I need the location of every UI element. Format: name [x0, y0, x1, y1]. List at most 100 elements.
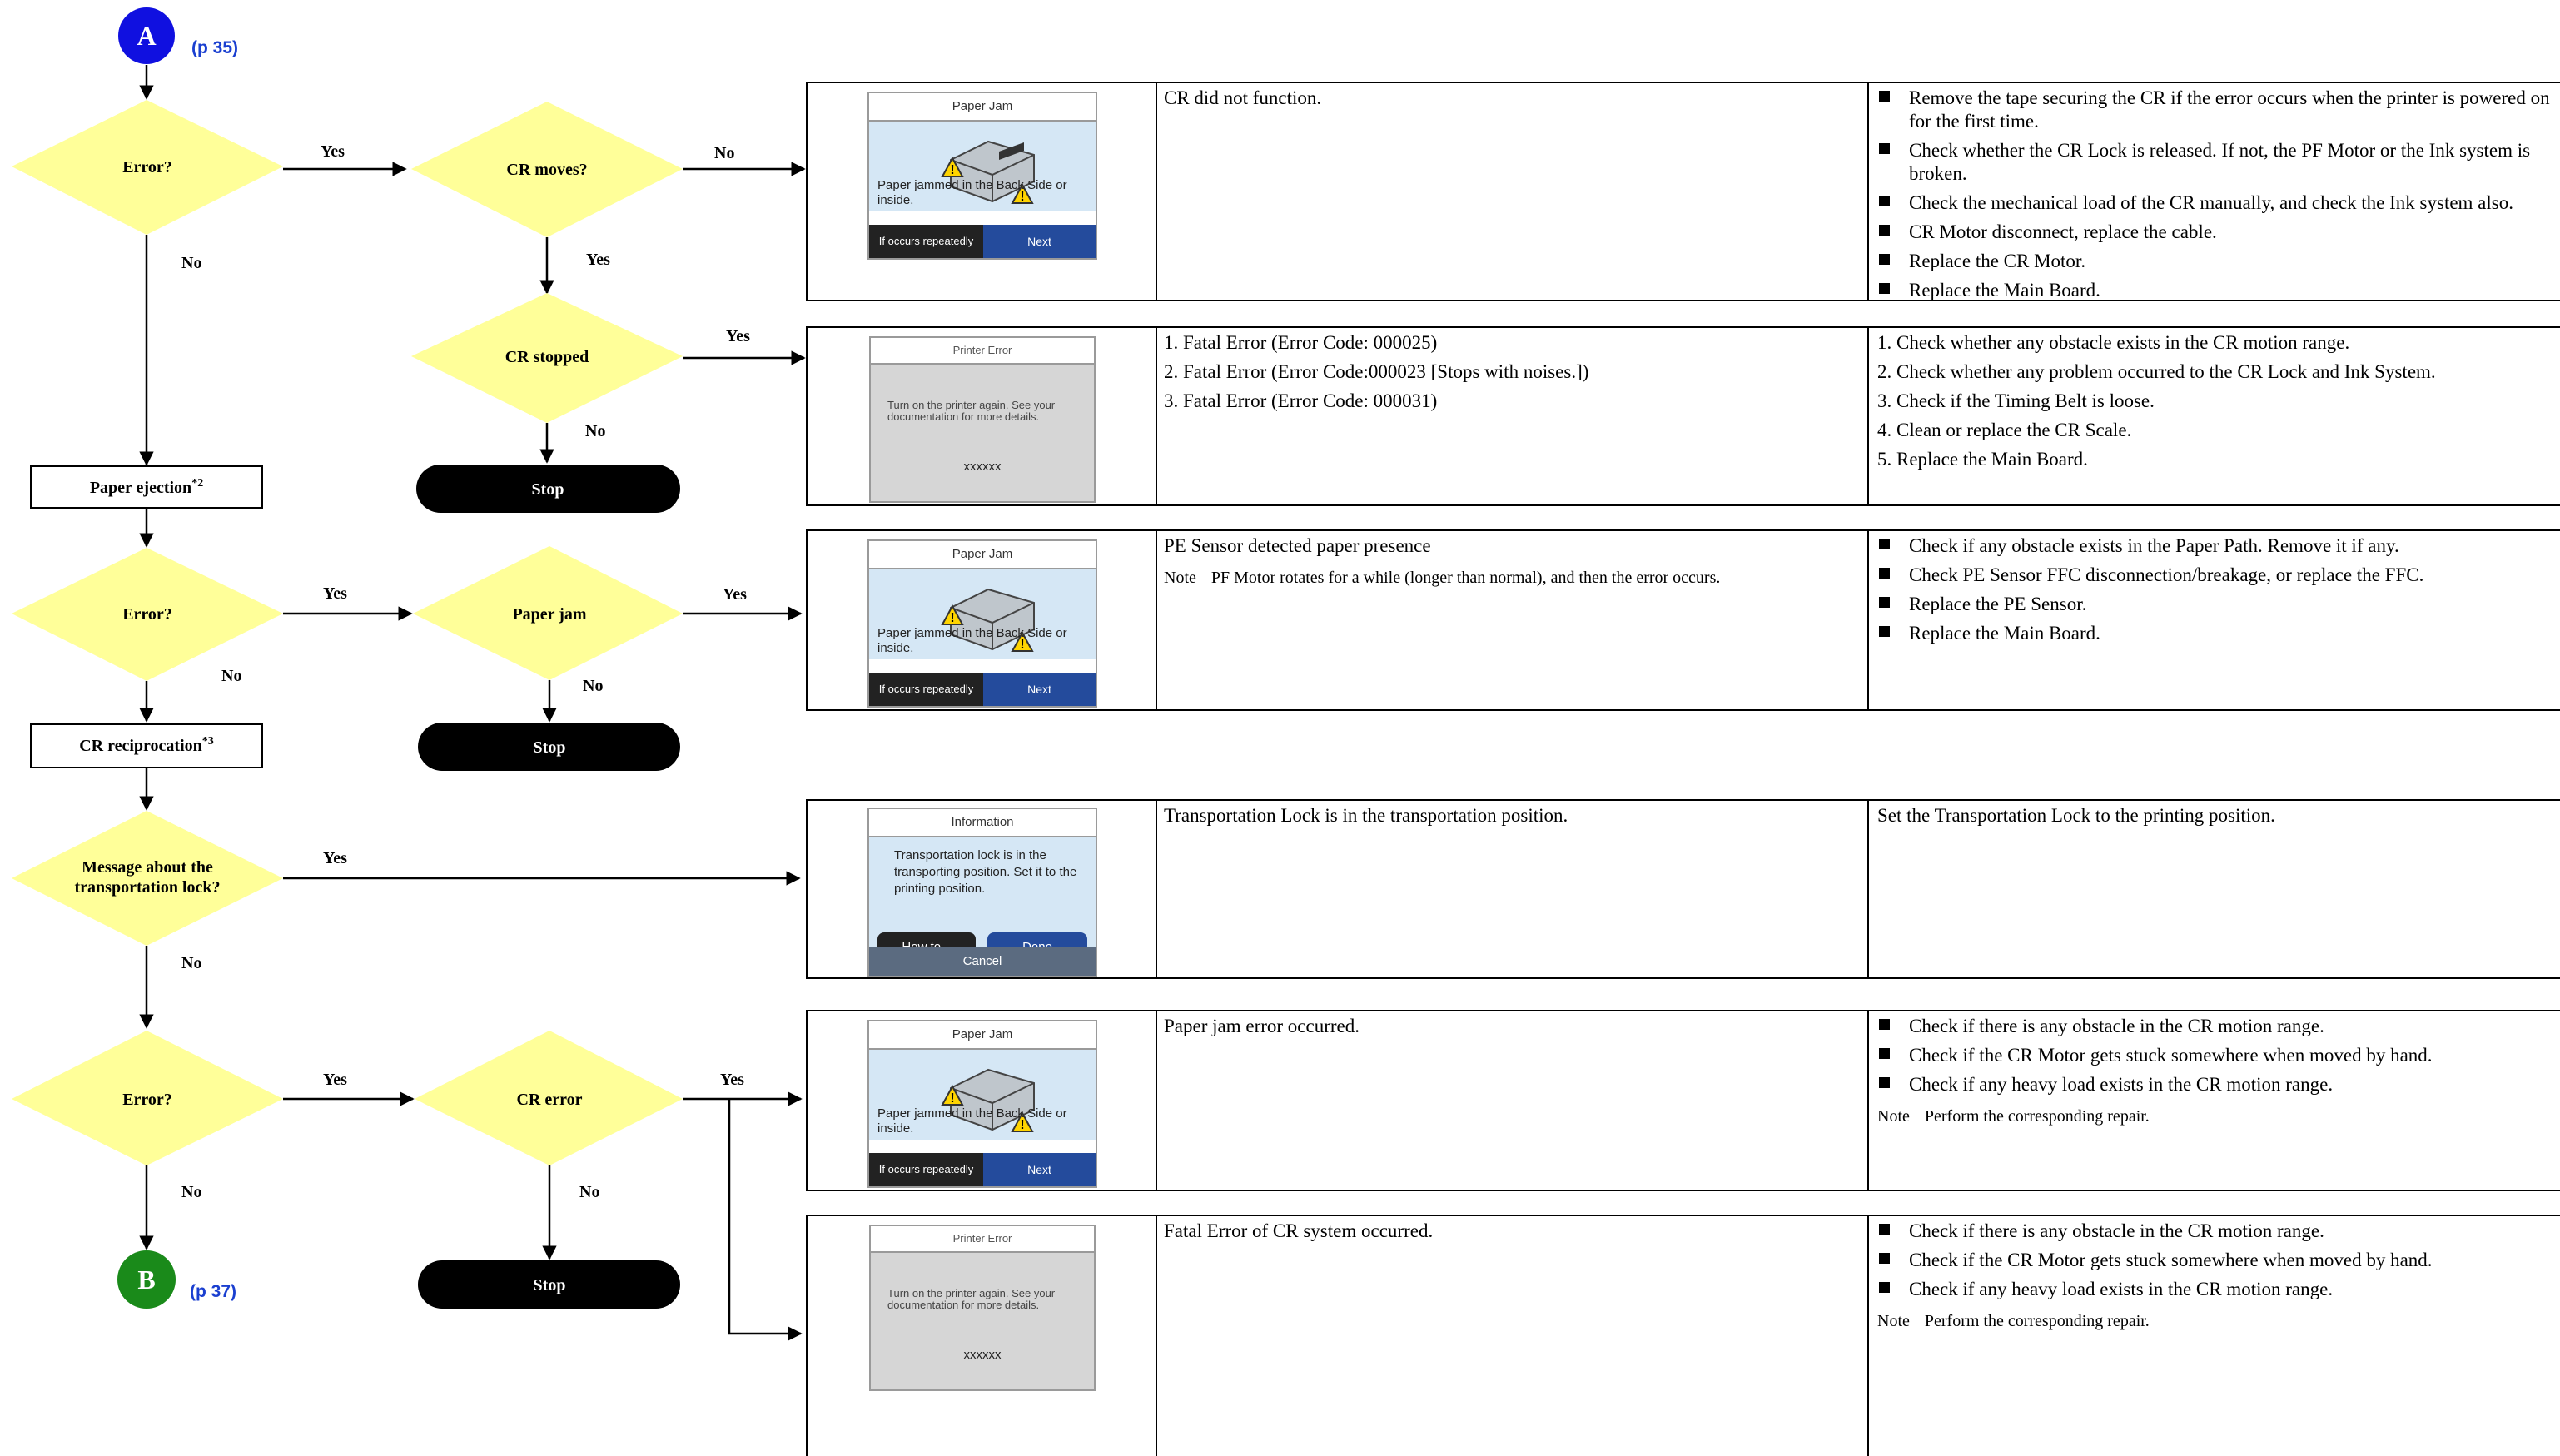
label-no: No [583, 677, 603, 695]
screen-title: Paper Jam [869, 1021, 1096, 1050]
screen-title: Information [869, 809, 1096, 837]
label-yes: Yes [323, 584, 347, 603]
phenomenon-text: Transportation Lock is in the transporta… [1164, 805, 1568, 826]
terminal-stop-2-label: Stop [534, 738, 566, 757]
remedy-cell: Check if there is any obstacle in the CR… [1869, 1216, 2560, 1456]
table-row: Paper Jam ! ! Paper jammed in the Back S… [806, 82, 2560, 301]
label-no: No [181, 1183, 201, 1201]
remedy-cell: Remove the tape securing the CR if the e… [1869, 83, 2560, 302]
phenomenon-cell: PE Sensor detected paper presence Note PF… [1157, 531, 1869, 709]
label-no: No [181, 254, 201, 272]
connector-a-label: A [137, 21, 156, 51]
screen-message: Paper jammed in the Back Side or inside. [877, 178, 1067, 207]
label-yes: Yes [726, 327, 750, 345]
table-row: Printer Error Turn on the printer again.… [806, 1215, 2560, 1456]
table-row: Paper Jam ! ! Paper jammed in the Back S… [806, 529, 2560, 711]
phenomenon-text: PE Sensor detected paper presence [1164, 535, 1431, 556]
screen-title: Printer Error [871, 338, 1094, 365]
error-code: xxxxxx [963, 460, 1002, 474]
label-no: No [714, 144, 734, 162]
panel-screen-paper-jam: Paper Jam ! ! Paper jammed in the Back S… [867, 1020, 1097, 1188]
screen-cell: Printer Error Turn on the printer again.… [808, 1216, 1157, 1456]
decision-error-2-label: Error? [122, 605, 172, 624]
phenomenon-text: CR did not function. [1164, 87, 1322, 108]
note-text: Perform the corresponding repair. [1924, 1107, 2150, 1126]
screen-cell: Paper Jam ! ! Paper jammed in the Back S… [808, 1011, 1157, 1190]
screen-cell: Printer Error Turn on the printer again.… [808, 328, 1157, 504]
screen-message: Turn on the printer again. See your docu… [887, 1287, 1056, 1311]
remedy-item: 1. Check whether any obstacle exists in … [1877, 332, 2350, 353]
phenomenon-item: 1. Fatal Error (Error Code: 000025) [1164, 332, 1438, 353]
next-button[interactable]: Next [983, 225, 1096, 258]
label-no: No [579, 1183, 599, 1201]
remedy-item: Replace the Main Board. [1877, 279, 2560, 302]
decision-cr-stopped-label: CR stopped [505, 348, 589, 366]
remedy-item: Remove the tape securing the CR if the e… [1877, 87, 2560, 133]
error-code: xxxxxx [963, 1348, 1002, 1362]
remedy-text: Set the Transportation Lock to the print… [1877, 805, 2275, 826]
page-ref-p35: (p 35) [191, 38, 238, 57]
page-ref-p37: (p 37) [190, 1282, 236, 1301]
decision-error-1-label: Error? [122, 158, 172, 176]
decision-transport-lock-label-1: Message about the [82, 858, 213, 877]
process-paper-ejection-label: Paper ejection*2 [90, 477, 203, 497]
decision-cr-error-label: CR error [516, 1091, 582, 1109]
note: Note PF Motor rotates for a while (longer… [1164, 566, 1861, 589]
phenomenon-item: 3. Fatal Error (Error Code: 000031) [1164, 390, 1438, 411]
edge-labels: Yes No No Yes Yes No Yes Yes No No Yes N… [181, 142, 750, 1201]
phenomenon-cell: Transportation Lock is in the transporta… [1157, 801, 1869, 977]
remedy-item: Check if there is any obstacle in the CR… [1877, 1015, 2560, 1038]
panel-screen-paper-jam: Paper Jam ! ! Paper jammed in the Back S… [867, 539, 1097, 708]
label-yes: Yes [586, 251, 610, 269]
screen-message: Turn on the printer again. See your docu… [887, 399, 1056, 423]
phenomenon-cell: Fatal Error of CR system occurred. [1157, 1216, 1869, 1456]
note-label: Note [1877, 1107, 1910, 1126]
label-no: No [585, 422, 605, 440]
terminal-stop-1-label: Stop [532, 480, 564, 499]
label-yes: Yes [323, 1071, 347, 1089]
note-label: Note [1877, 1312, 1910, 1330]
remedy-item: 3. Check if the Timing Belt is loose. [1877, 390, 2155, 411]
note-text: Perform the corresponding repair. [1924, 1312, 2150, 1330]
remedy-item: CR Motor disconnect, replace the cable. [1877, 221, 2560, 244]
panel-screen-information: Information Transportation lock is in th… [867, 808, 1097, 977]
screen-message: Paper jammed in the Back Side or inside. [877, 626, 1067, 655]
remedy-item: Replace the Main Board. [1877, 622, 2560, 645]
connector-b-label: B [137, 1265, 155, 1294]
remedy-item: Replace the CR Motor. [1877, 250, 2560, 273]
svg-text:!: ! [950, 1091, 954, 1106]
if-occurs-repeatedly-button[interactable]: If occurs repeatedly [869, 225, 983, 258]
phenomenon-text: Paper jam error occurred. [1164, 1016, 1360, 1036]
remedy-cell: 1. Check whether any obstacle exists in … [1869, 328, 2560, 504]
decision-error-3-label: Error? [122, 1091, 172, 1109]
process-cr-reciprocation-label: CR reciprocation*3 [79, 735, 214, 755]
decision-transport-lock-label-2: transportation lock? [75, 878, 221, 897]
phenomenon-item: 2. Fatal Error (Error Code:000023 [Stops… [1164, 361, 1589, 382]
connector-lines [139, 65, 806, 1341]
label-no: No [181, 954, 201, 972]
cancel-button[interactable]: Cancel [869, 947, 1096, 976]
next-button[interactable]: Next [983, 1153, 1096, 1186]
label-yes: Yes [720, 1071, 744, 1089]
remedy-item: 5. Replace the Main Board. [1877, 449, 2088, 470]
remedy-item: Check if the CR Motor gets stuck somewhe… [1877, 1249, 2560, 1272]
panel-screen-printer-error: Printer Error Turn on the printer again.… [869, 1225, 1096, 1391]
svg-text:!: ! [950, 163, 954, 177]
remedy-item: Check if any obstacle exists in the Pape… [1877, 534, 2560, 558]
remedy-item: Check whether the CR Lock is released. I… [1877, 139, 2560, 186]
next-button[interactable]: Next [983, 673, 1096, 706]
screen-title: Paper Jam [869, 93, 1096, 122]
terminal-stop-3-label: Stop [534, 1276, 566, 1294]
edge-crerror-yes-2 [728, 1099, 803, 1341]
remedy-cell: Check if any obstacle exists in the Pape… [1869, 531, 2560, 709]
phenomenon-cell: 1. Fatal Error (Error Code: 000025) 2. F… [1157, 328, 1869, 504]
remedy-item: Check the mechanical load of the CR manu… [1877, 191, 2560, 215]
if-occurs-repeatedly-button[interactable]: If occurs repeatedly [869, 1153, 983, 1186]
panel-screen-printer-error: Printer Error Turn on the printer again.… [869, 336, 1096, 503]
decision-paper-jam-label: Paper jam [512, 605, 586, 624]
phenomenon-text: Fatal Error of CR system occurred. [1164, 1220, 1434, 1241]
if-occurs-repeatedly-button[interactable]: If occurs repeatedly [869, 673, 983, 706]
note-label: Note [1164, 569, 1196, 587]
note: Note Perform the corresponding repair. [1877, 1105, 2560, 1128]
remedy-item: 4. Clean or replace the CR Scale. [1877, 420, 2132, 440]
